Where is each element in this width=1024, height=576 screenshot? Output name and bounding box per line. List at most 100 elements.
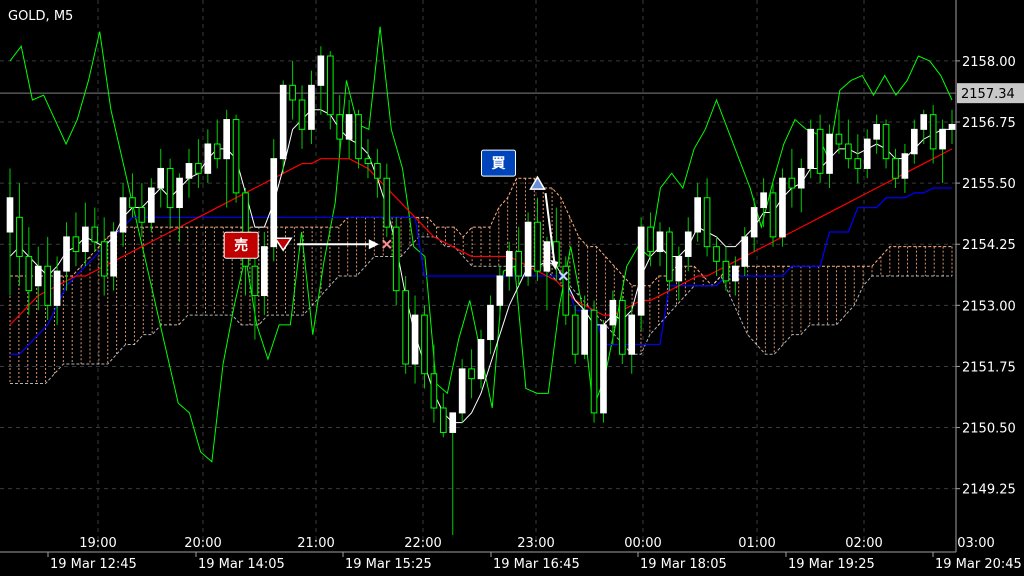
candle-body — [863, 138, 871, 169]
candle-body — [25, 255, 33, 292]
candle-body — [374, 163, 381, 179]
price-chart[interactable]: 売 買 2158.00 2156.75 2155.50 2154.25 2153.00 21… — [0, 0, 1024, 576]
date-label: 19 Mar 16:45 — [493, 557, 580, 572]
candle-body — [110, 231, 117, 277]
candle-body — [892, 158, 899, 179]
candle-body — [910, 128, 918, 155]
candle-body — [430, 373, 438, 409]
candle-body — [609, 299, 617, 326]
candle-body — [91, 226, 99, 243]
time-label: 22:00 — [404, 536, 441, 551]
candle-body — [147, 187, 155, 223]
y-tick-label: 2150.50 — [962, 422, 1016, 437]
candle-body — [421, 314, 428, 375]
candle-body — [251, 265, 259, 297]
candle-body — [769, 192, 777, 238]
time-label: 19:00 — [79, 536, 116, 551]
date-label: 19 Mar 19:25 — [788, 557, 875, 572]
date-label: 19 Mar 15:25 — [345, 557, 432, 572]
candle-body — [345, 114, 353, 140]
candle-body — [901, 153, 909, 179]
candle-body — [948, 123, 956, 130]
candle-body — [411, 314, 419, 365]
candle-body — [571, 314, 579, 355]
candle-body — [204, 143, 212, 174]
candle-body — [666, 231, 673, 282]
candle-body — [138, 207, 146, 223]
candle-body — [656, 231, 664, 253]
candle-body — [355, 114, 362, 160]
candle-body — [581, 309, 588, 355]
chart-background — [0, 0, 1024, 576]
candle-body — [439, 407, 447, 433]
candle-body — [534, 221, 541, 272]
candle-body — [826, 133, 833, 174]
candle-body — [261, 246, 268, 297]
candle-body — [298, 99, 306, 130]
candle-body — [392, 226, 400, 292]
candle-body — [722, 260, 730, 282]
candle-body — [458, 368, 466, 414]
sell-badge-label: 売 — [234, 237, 248, 254]
time-label: 02:00 — [845, 536, 882, 551]
symbol-label: GOLD, M5 — [8, 9, 73, 24]
time-label: 23:00 — [517, 536, 554, 551]
candle-body — [63, 236, 70, 272]
candle-body — [34, 265, 42, 287]
candle-body — [835, 133, 843, 145]
candle-body — [515, 251, 523, 277]
candle-body — [176, 177, 183, 209]
candle-body — [213, 143, 221, 160]
candle-body — [166, 167, 174, 209]
candle-body — [195, 163, 202, 174]
candle-body — [289, 84, 296, 101]
y-tick-label: 2153.00 — [962, 299, 1016, 314]
y-tick-label: 2151.75 — [962, 360, 1016, 375]
candle-body — [929, 114, 937, 150]
candle-body — [487, 304, 494, 341]
y-tick-label: 2154.25 — [962, 238, 1016, 253]
candle-body — [703, 197, 711, 248]
buy-badge-label: 買 — [492, 156, 507, 172]
candle-body — [496, 275, 504, 306]
time-label: 21:00 — [297, 536, 334, 551]
candle-body — [618, 299, 626, 355]
candle-body — [873, 123, 880, 140]
y-tick-label: 2149.25 — [962, 483, 1016, 498]
candle-body — [694, 197, 701, 233]
candle-body — [920, 114, 928, 130]
candle-body — [336, 114, 344, 140]
candle-body — [543, 241, 551, 272]
candle-body — [854, 158, 862, 169]
time-label: 00:00 — [624, 536, 661, 551]
candle-body — [308, 84, 315, 130]
time-label: 01:00 — [738, 536, 775, 551]
candle-body — [279, 84, 287, 160]
candle-body — [807, 128, 815, 169]
candle-body — [232, 119, 240, 194]
y-tick-label: 2156.75 — [962, 116, 1016, 131]
y-tick-label: 2155.50 — [962, 177, 1016, 192]
candle-body — [157, 167, 165, 189]
candle-body — [468, 368, 475, 380]
candle-body — [185, 163, 193, 179]
candle-body — [402, 290, 409, 365]
candle-body — [53, 270, 61, 306]
candle-body — [364, 158, 372, 165]
candle-body — [628, 314, 636, 355]
candle-body — [684, 231, 692, 257]
candle-body — [637, 226, 645, 316]
candle-body — [600, 324, 607, 414]
candle-body — [82, 226, 89, 253]
candle-body — [44, 265, 52, 306]
candle-body — [72, 236, 80, 253]
date-label: 19 Mar 14:05 — [198, 557, 285, 572]
candle-body — [845, 143, 852, 160]
candle-body — [524, 221, 532, 277]
candle-body — [505, 251, 513, 277]
candle-body — [223, 119, 230, 160]
time-label: 20:00 — [184, 536, 221, 551]
candle-body — [590, 309, 598, 414]
candle-body — [6, 197, 14, 233]
candle-body — [882, 123, 890, 160]
